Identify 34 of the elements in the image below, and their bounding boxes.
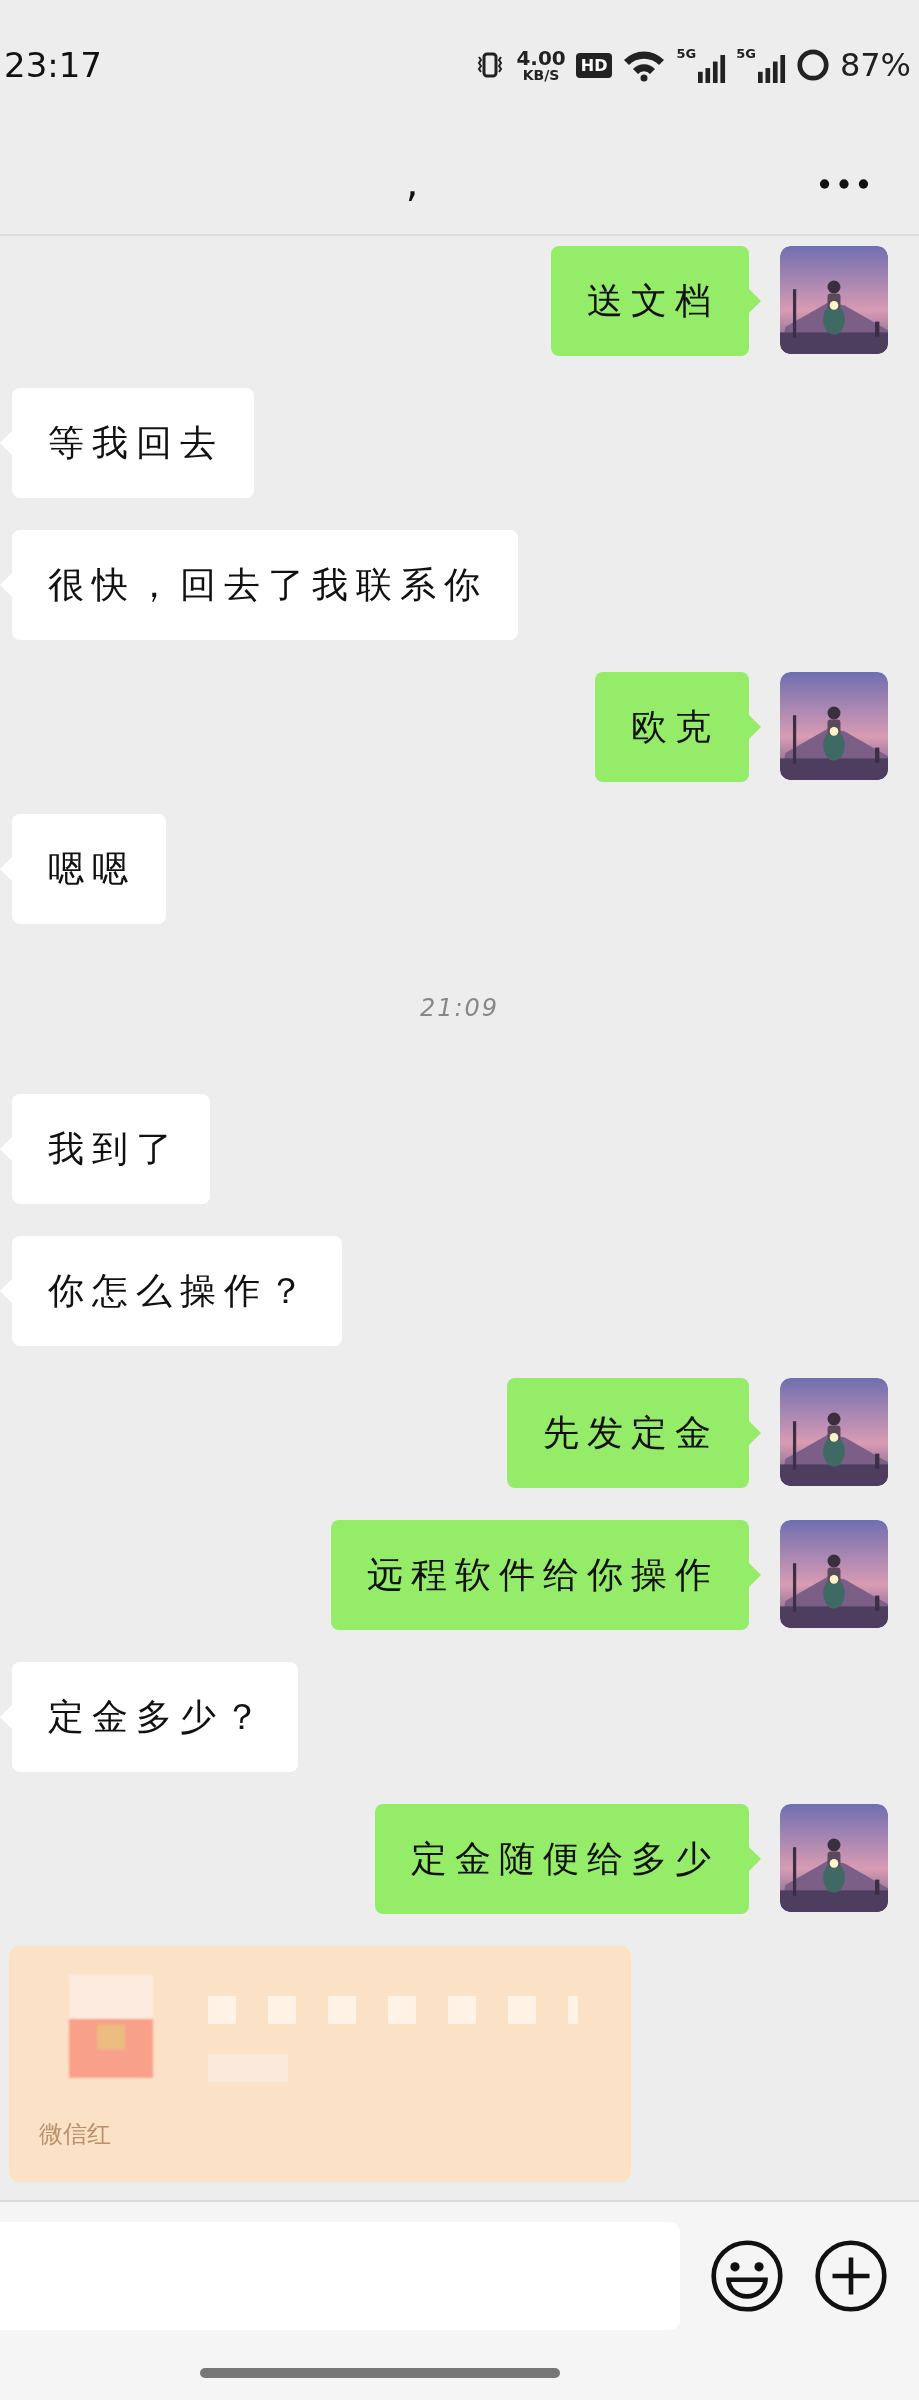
speed-unit: KB/S bbox=[522, 68, 560, 82]
network-label: 5G bbox=[736, 46, 756, 61]
message-bubble: 送文档 bbox=[551, 246, 749, 356]
status-time: 23:17 bbox=[4, 45, 102, 85]
speed-value: 4.00 bbox=[516, 48, 566, 68]
add-icon[interactable] bbox=[814, 2239, 888, 2313]
network-label: 5G bbox=[676, 46, 697, 61]
emoji-icon[interactable] bbox=[710, 2239, 784, 2313]
message-bubble: 先发定金 bbox=[507, 1378, 749, 1488]
message-bubble: 远程软件给你操作 bbox=[331, 1520, 749, 1630]
signal-icon bbox=[757, 54, 786, 84]
message-bubble: 欧克 bbox=[595, 672, 749, 782]
money-envelope-card[interactable]: 微信红 bbox=[9, 1946, 631, 2182]
envelope-icon bbox=[69, 1974, 153, 2078]
hd-badge: HD bbox=[575, 52, 613, 78]
bubble-tail bbox=[749, 1421, 761, 1445]
signal-icon bbox=[698, 54, 727, 84]
more-icon[interactable] bbox=[819, 178, 869, 190]
message-bubble: 你怎么操作？ bbox=[12, 1236, 342, 1346]
timestamp: 21:09 bbox=[419, 994, 500, 1022]
battery-ring-icon bbox=[795, 48, 830, 82]
message-bubble: 嗯嗯 bbox=[12, 814, 166, 924]
message-bubble: 很快，回去了我联系你 bbox=[12, 530, 518, 640]
chat-title: , bbox=[405, 159, 419, 205]
battery-percent: 87% bbox=[839, 46, 911, 84]
message-bubble: 定金随便给多少 bbox=[375, 1804, 749, 1914]
card-label: 微信红 bbox=[39, 2119, 111, 2150]
message-bubble: 定金多少？ bbox=[12, 1662, 298, 1772]
bubble-tail bbox=[749, 289, 761, 313]
message-bubble: 等我回去 bbox=[12, 388, 254, 498]
bubble-tail bbox=[749, 1847, 761, 1871]
bubble-tail bbox=[749, 715, 761, 739]
bubble-tail bbox=[749, 1563, 761, 1587]
message-bubble: 我到了 bbox=[12, 1094, 210, 1204]
